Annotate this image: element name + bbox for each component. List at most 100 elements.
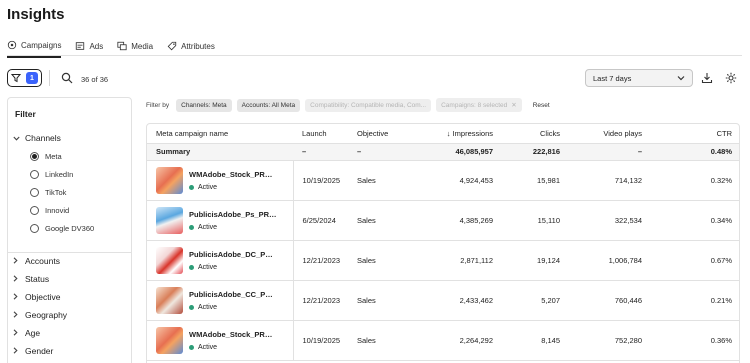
toolbar-divider xyxy=(49,70,50,86)
result-count: 36 of 36 xyxy=(81,75,109,84)
radio-button[interactable] xyxy=(30,170,39,179)
campaign-name[interactable]: WMAdobe_Stock_PROR... xyxy=(189,330,277,339)
date-range-select[interactable]: Last 7 days xyxy=(585,69,693,87)
campaign-cell[interactable]: PublicisAdobe_CC_PRO_... Active xyxy=(147,280,294,321)
campaign-cell[interactable]: WMAdobe_Stock_PROR... Active xyxy=(147,160,294,201)
filter-chip-channels[interactable]: Channels: Meta xyxy=(176,98,232,112)
radio-selected[interactable] xyxy=(30,152,39,161)
status-label: Active xyxy=(198,223,218,231)
tab-label: Ads xyxy=(89,41,104,51)
chip-label: Accounts: All Meta xyxy=(241,101,296,109)
campaign-thumbnail xyxy=(156,326,183,354)
date-range-value: Last 7 days xyxy=(593,73,632,83)
campaign-cell[interactable]: PublicisAdobe_DC_PRO... Active xyxy=(147,240,294,281)
section-label: Channels xyxy=(25,133,61,143)
table-row[interactable]: PublicisAdobe_Ps_PRO_... Active 6/25/202… xyxy=(147,200,739,241)
filter-chip-accounts[interactable]: Accounts: All Meta xyxy=(236,98,301,112)
objective: Sales xyxy=(348,280,416,321)
radio-button[interactable] xyxy=(30,188,39,197)
channel-label: Innovid xyxy=(45,206,70,215)
campaign-name[interactable]: PublicisAdobe_DC_PRO... xyxy=(189,250,277,259)
geography-section-toggle[interactable]: Geography xyxy=(13,310,67,320)
channel-option-meta[interactable]: Meta xyxy=(30,152,62,161)
reset-filters-link[interactable]: Reset xyxy=(533,102,550,109)
radio-button[interactable] xyxy=(30,206,39,215)
channel-option-google-dv360[interactable]: Google DV360 xyxy=(30,224,94,233)
column-header-objective[interactable]: Objective xyxy=(348,124,416,144)
objective: Sales xyxy=(348,320,416,361)
impressions: 2,871,112 xyxy=(416,240,502,281)
table-header-row: Meta campaign name Launch Objective ↓ Im… xyxy=(147,124,739,144)
impressions: 2,433,462 xyxy=(416,280,502,321)
table-row[interactable]: PublicisAdobe_CC_PRO_... Active 12/21/20… xyxy=(147,280,739,321)
campaign-cell[interactable]: WMAdobe_Stock_PROR... Active xyxy=(147,320,294,361)
column-header-name[interactable]: Meta campaign name xyxy=(147,124,293,144)
status-dot xyxy=(189,304,194,310)
summary-video-plays: – xyxy=(569,143,651,161)
campaigns-table: Meta campaign name Launch Objective ↓ Im… xyxy=(146,123,740,363)
channels-section-toggle[interactable]: Channels xyxy=(13,133,61,143)
tab-label: Attributes xyxy=(181,41,215,51)
video-plays: 714,132 xyxy=(569,160,651,201)
ctr: 0.67% xyxy=(651,240,739,281)
status-label: Active xyxy=(198,263,218,271)
download-icon[interactable] xyxy=(701,72,713,84)
channel-option-innovid[interactable]: Innovid xyxy=(30,206,69,215)
summary-objective: – xyxy=(348,143,416,161)
objective: Sales xyxy=(348,240,416,281)
tab-label: Media xyxy=(131,41,154,51)
search-icon[interactable] xyxy=(61,72,73,84)
table-row[interactable]: PublicisAdobe_DC_PRO... Active 12/21/202… xyxy=(147,240,739,281)
channel-option-linkedin[interactable]: LinkedIn xyxy=(30,170,73,179)
filter-chip-campaigns: Campaigns: 8 selected ✕ xyxy=(436,98,522,112)
chip-label: Campaigns: 8 selected xyxy=(441,101,508,109)
table-row[interactable]: WMAdobe_Stock_PROR... Active 10/19/2025 … xyxy=(147,320,739,361)
gender-section-toggle[interactable]: Gender xyxy=(13,346,53,356)
channel-label: Google DV360 xyxy=(45,224,95,233)
column-header-video-plays[interactable]: Video plays xyxy=(569,124,651,144)
filter-toggle-button[interactable]: 1 xyxy=(7,69,42,87)
radio-button[interactable] xyxy=(30,224,39,233)
filter-by-label: Filter by xyxy=(146,101,170,109)
chevron-right-icon xyxy=(13,346,20,356)
chevron-right-icon xyxy=(13,292,20,302)
chevron-right-icon xyxy=(13,328,20,338)
status-label: Active xyxy=(198,343,218,351)
gear-icon[interactable] xyxy=(725,72,737,84)
filter-panel-title: Filter xyxy=(15,109,36,119)
column-header-clicks[interactable]: Clicks xyxy=(502,124,569,144)
objective-section-toggle[interactable]: Objective xyxy=(13,292,60,302)
ctr: 0.36% xyxy=(651,320,739,361)
campaign-thumbnail xyxy=(156,246,183,274)
objective: Sales xyxy=(348,160,416,201)
impressions: 4,385,269 xyxy=(416,200,502,241)
column-header-launch[interactable]: Launch xyxy=(293,124,348,144)
table-row[interactable]: WMAdobe_Stock_PROR... Active 10/19/2025 … xyxy=(147,160,739,201)
campaign-name[interactable]: PublicisAdobe_CC_PRO_... xyxy=(189,290,277,299)
filter-chip-compatibility: Compatibility: Compatible media, Com... xyxy=(305,98,432,112)
chip-label: Compatibility: Compatible media, Com... xyxy=(310,101,427,109)
clicks: 15,981 xyxy=(502,160,569,201)
campaign-name[interactable]: PublicisAdobe_Ps_PRO_... xyxy=(189,210,277,219)
age-section-toggle[interactable]: Age xyxy=(13,328,40,338)
campaign-cell[interactable]: PublicisAdobe_Ps_PRO_... Active xyxy=(147,200,294,241)
filter-icon xyxy=(10,72,22,84)
column-header-ctr[interactable]: CTR xyxy=(651,124,739,144)
campaign-thumbnail xyxy=(156,166,183,194)
channel-option-tiktok[interactable]: TikTok xyxy=(30,188,66,197)
chevron-right-icon xyxy=(13,310,20,320)
chevron-right-icon xyxy=(13,256,20,266)
section-label: Gender xyxy=(25,346,54,356)
clicks: 5,207 xyxy=(502,280,569,321)
section-label: Status xyxy=(25,274,50,284)
page-title: Insights xyxy=(7,6,65,23)
status-section-toggle[interactable]: Status xyxy=(13,274,49,284)
ctr: 0.34% xyxy=(651,200,739,241)
video-plays: 1,006,784 xyxy=(569,240,651,281)
summary-ctr: 0.48% xyxy=(651,143,739,161)
column-header-impressions[interactable]: ↓ Impressions xyxy=(416,124,502,144)
status-label: Active xyxy=(198,303,218,311)
status-dot xyxy=(189,344,194,350)
accounts-section-toggle[interactable]: Accounts xyxy=(13,256,60,266)
campaign-name[interactable]: WMAdobe_Stock_PROR... xyxy=(189,170,277,179)
